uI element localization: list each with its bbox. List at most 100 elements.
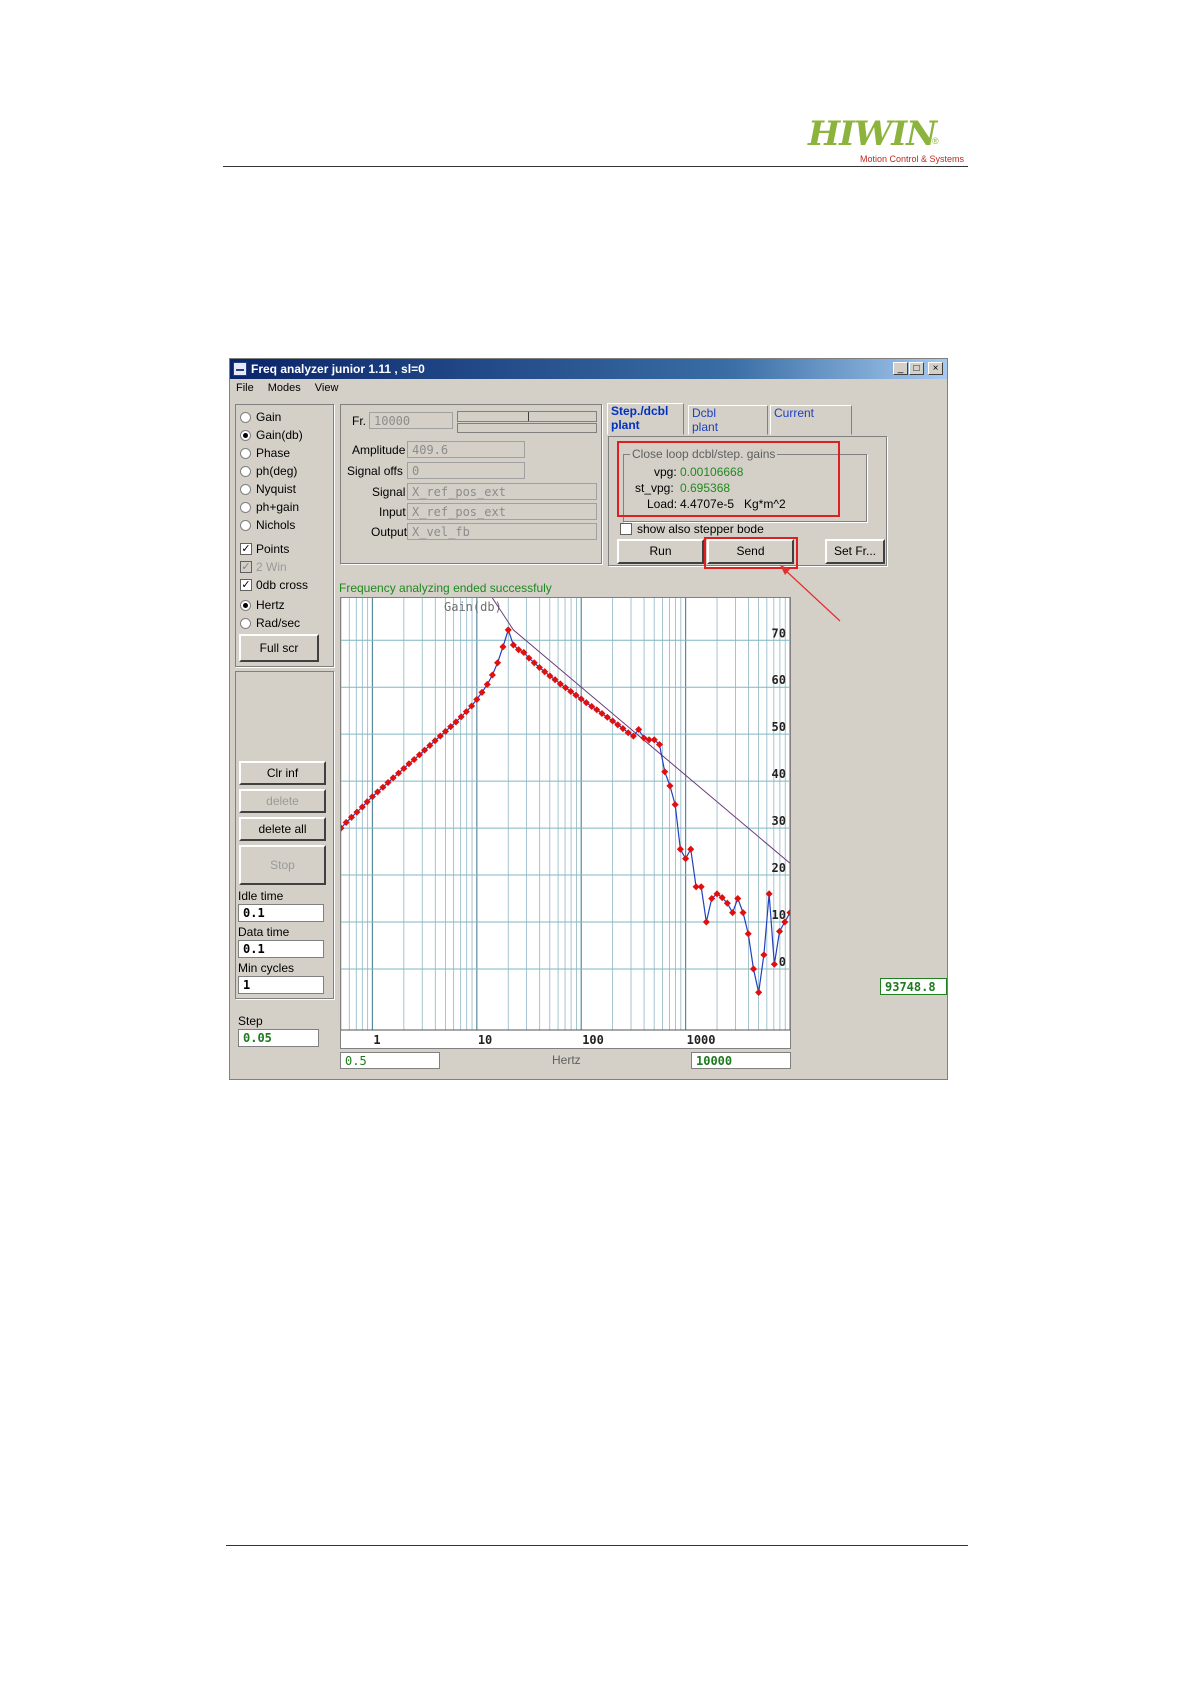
window-title: Freq analyzer junior 1.11 , sl=0 [251,362,425,376]
y-tick-label: 50 [772,720,786,734]
run-button[interactable]: Run [617,539,704,564]
idle-time-input[interactable]: 0.1 [238,904,324,922]
y-tick-label: 40 [772,767,786,781]
menu-view[interactable]: View [315,379,339,397]
odb-cross-checkbox[interactable]: ✓ [240,579,252,591]
signal-offs-input[interactable]: 0 [407,462,525,479]
data-point [499,643,507,651]
mode-label-nyquist: Nyquist [256,482,297,496]
data-point [697,883,705,891]
data-time-label: Data time [238,925,290,939]
data-point [676,845,684,853]
header-rule [223,166,968,167]
two-win-checkbox: ✓ [240,561,252,573]
signal-label: Signal [372,485,406,499]
full-scr-button[interactable]: Full scr [239,634,319,662]
logo-wordmark: HIWIN [808,114,937,154]
mode-radio-gain[interactable] [240,412,251,423]
unit-label-rad-sec: Rad/sec [256,616,301,630]
data-point [488,671,496,679]
x-tick-label: 1000 [687,1033,716,1047]
stop-button[interactable]: Stop [239,845,326,885]
fr-input[interactable]: 10000 [369,412,453,429]
output-label: Output [371,525,408,539]
delete-all-button[interactable]: delete all [239,817,326,841]
x-tick-label: 10 [478,1033,492,1047]
data-point [755,988,763,996]
signal-select[interactable]: X_ref_pos_ext [407,483,597,500]
data-point [687,845,695,853]
footer-rule [226,1545,968,1546]
x-unit-label: Hertz [552,1053,581,1067]
unit-radio-hertz[interactable] [240,600,251,611]
mode-label-phase: Phase [256,446,291,460]
show-stepper-bode-checkbox[interactable] [620,523,632,535]
bode-plot-svg: 0102030405060701 10 100 1000Gain(db) [341,598,790,1047]
x-max-input[interactable]: 10000 [691,1052,791,1069]
step-input[interactable]: 0.05 [238,1029,319,1047]
fr-label: Fr. [352,414,366,428]
min-cycles-label: Min cycles [238,961,295,975]
clr-inf-button[interactable]: Clr inf [239,761,326,785]
plot-title: Gain(db) [444,600,502,614]
input-label: Input [379,505,406,519]
x-tick-label: 1 [373,1033,380,1047]
frequency-progress-bar [457,411,597,422]
maximize-button[interactable]: □ [909,362,924,375]
tab-dcbl-plant-line1: Dcbl [692,406,717,420]
data-point [744,930,752,938]
menu-file[interactable]: File [236,379,254,397]
points-checkbox[interactable]: ✓ [240,543,252,555]
bode-plot: 0 10 20 30 40 50 60 70 1 10 100 1000 Gain(db) [340,597,791,1049]
data-point [739,909,747,917]
logo-registered-mark: ® [932,136,939,146]
freq-analyzer-window: Freq analyzer junior 1.11 , sl=0 _ □ × F… [229,358,948,1080]
output-select[interactable]: X_vel_fb [407,523,597,540]
tab-current-line1: Current [774,406,815,420]
close-button[interactable]: × [928,362,943,375]
mode-radio-nichols[interactable] [240,520,251,531]
tab-step-dcbl-plant[interactable]: Step./dcbl plant [607,403,684,435]
minimize-button[interactable]: _ [893,362,908,375]
mode-label-ph-gain: ph+gain [256,500,300,514]
gains-highlight-box [617,441,840,517]
data-point [494,659,502,667]
show-stepper-bode-label: show also stepper bode [637,522,764,536]
mode-radio-phase[interactable] [240,448,251,459]
y-tick-label: 30 [772,814,786,828]
unit-radio-rad-sec[interactable] [240,618,251,629]
amplitude-progress-bar [457,423,597,433]
menu-modes[interactable]: Modes [268,379,301,397]
asymptote-line [491,598,790,864]
data-point [666,782,674,790]
mode-label-gain-db: Gain(db) [256,428,303,442]
tab-step-dcbl-plant-line2: plant [611,418,640,432]
mode-radio-ph-deg[interactable] [240,466,251,477]
amplitude-label: Amplitude [352,443,406,457]
tab-dcbl-plant-line2: plant [692,420,719,434]
mode-radio-ph-gain[interactable] [240,502,251,513]
y-tick-label: 20 [772,861,786,875]
data-point [682,855,690,863]
menu-bar: File Modes View [230,379,947,397]
mode-radio-nyquist[interactable] [240,484,251,495]
tab-current[interactable]: Current [770,405,852,435]
data-point [702,918,710,926]
data-point [770,960,778,968]
two-win-label: 2 Win [256,560,287,574]
tab-dcbl-plant[interactable]: Dcbl plant [688,405,768,435]
readout-field: 93748.8 [880,978,947,995]
mode-radio-gain-db[interactable] [240,430,251,441]
min-cycles-input[interactable]: 1 [238,976,324,994]
data-point [760,951,768,959]
delete-button[interactable]: delete [239,789,326,813]
x-min-input[interactable]: 0.5 [340,1052,440,1069]
points-label: Points [256,542,290,556]
data-time-input[interactable]: 0.1 [238,940,324,958]
status-message: Frequency analyzing ended successfuly [339,581,552,595]
hiwin-logo: HIWIN ® Motion Control & Systems [808,114,968,166]
amplitude-input[interactable]: 409.6 [407,441,525,458]
title-bar: Freq analyzer junior 1.11 , sl=0 _ □ × [230,359,947,379]
input-select[interactable]: X_ref_pos_ext [407,503,597,520]
mode-label-ph-deg: ph(deg) [256,464,298,478]
